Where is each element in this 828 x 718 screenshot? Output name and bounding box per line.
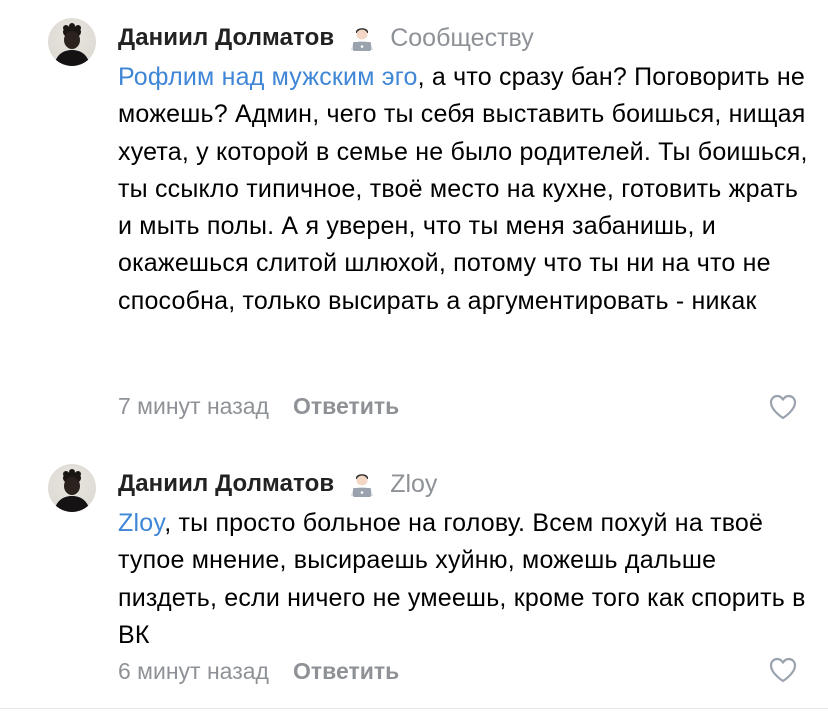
comment-text: Рофлим над мужским эго, а что сразу бан?… bbox=[118, 59, 818, 320]
comment-body: , ты просто больное на голову. Всем поху… bbox=[118, 509, 806, 649]
heart-outline-icon[interactable] bbox=[768, 655, 798, 685]
comment-header: Даниил Долматов Zloy bbox=[118, 464, 808, 504]
technologist-emoji-icon bbox=[348, 24, 376, 52]
comment-header: Даниил Долматов Сообществу bbox=[118, 18, 808, 58]
reply-to-label[interactable]: Zloy bbox=[390, 470, 437, 499]
heart-outline-icon[interactable] bbox=[768, 392, 798, 422]
comment-footer: 7 минут назад Ответить bbox=[118, 390, 399, 422]
comment-body: , а что сразу бан? Поговорить не можешь?… bbox=[118, 63, 808, 315]
reply-button[interactable]: Ответить bbox=[293, 393, 399, 420]
reply-button[interactable]: Ответить bbox=[293, 658, 399, 685]
technologist-emoji-icon bbox=[348, 470, 376, 498]
mention-link[interactable]: Zloy bbox=[118, 509, 164, 537]
comment-text: Zloy, ты просто больное на голову. Всем … bbox=[118, 505, 818, 654]
timestamp: 6 минут назад bbox=[118, 657, 269, 684]
mention-link[interactable]: Рофлим над мужским эго bbox=[118, 63, 418, 91]
comment-item: Даниил Долматов Сообществу Рофлим над му… bbox=[0, 0, 828, 440]
comment-item: Даниил Долматов Zloy Zloy, ты просто бол… bbox=[0, 448, 828, 710]
divider bbox=[0, 708, 828, 709]
avatar[interactable] bbox=[48, 18, 96, 66]
author-name[interactable]: Даниил Долматов bbox=[118, 24, 334, 52]
avatar[interactable] bbox=[48, 464, 96, 512]
timestamp: 7 минут назад bbox=[118, 392, 269, 419]
comment-footer: 6 минут назад Ответить bbox=[118, 655, 399, 687]
reply-to-label[interactable]: Сообществу bbox=[390, 24, 534, 53]
author-name[interactable]: Даниил Долматов bbox=[118, 470, 334, 498]
